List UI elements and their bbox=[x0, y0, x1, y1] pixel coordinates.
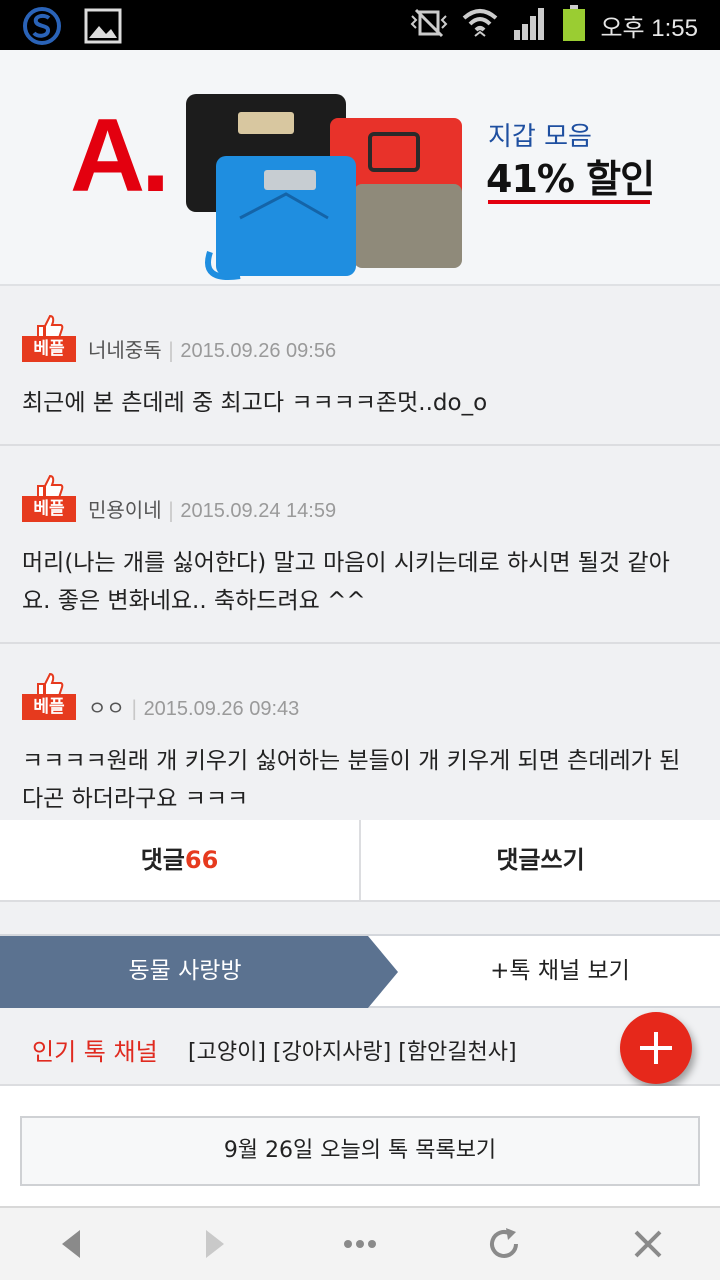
comment-item: 베플 ㅇㅇ | 2015.09.26 09:43 ㅋㅋㅋㅋ원래 개 키우기 싫어하는… bbox=[0, 644, 720, 842]
best-badge: 베플 bbox=[22, 672, 76, 720]
brand-logo: A. bbox=[70, 98, 170, 214]
list-section: 9월 26일 오늘의 톡 목록보기 bbox=[0, 1086, 720, 1206]
comment-date: 2015.09.26 09:56 bbox=[180, 340, 337, 362]
banner-headline: 41% 할인 bbox=[486, 157, 655, 201]
close-icon[interactable] bbox=[628, 1224, 668, 1264]
comments-button[interactable]: 댓글66 bbox=[0, 820, 359, 900]
back-arrow-icon[interactable] bbox=[52, 1224, 92, 1264]
ad-banner[interactable]: A. 지갑 모음 41% 할인 bbox=[0, 50, 720, 286]
comment-item: 베플 민용이네 | 2015.09.24 14:59 머리(나는 개를 싫어한다) … bbox=[0, 446, 720, 644]
comment-date: 2015.09.24 14:59 bbox=[180, 500, 337, 522]
comment-author[interactable]: 민용이네 bbox=[88, 498, 162, 522]
popular-channels-row: 인기 톡 채널 [고양이] [강아지사랑] [함안길천사] bbox=[0, 1008, 720, 1086]
add-floating-button[interactable] bbox=[620, 1012, 692, 1084]
write-comment-button[interactable]: 댓글쓰기 bbox=[359, 820, 720, 900]
channel-tab-bar: 동물 사랑방 +톡 채널 보기 bbox=[0, 934, 720, 1008]
best-badge: 베플 bbox=[22, 474, 76, 522]
comment-date: 2015.09.26 09:43 bbox=[143, 698, 300, 720]
comment-author[interactable]: ㅇㅇ bbox=[88, 696, 125, 720]
best-comments-list: 베플 너네중독 | 2015.09.26 09:56 최근에 본 츤데레 중 최고다… bbox=[0, 286, 720, 842]
app-logo-icon bbox=[22, 6, 62, 50]
battery-icon bbox=[562, 5, 586, 45]
comment-author[interactable]: 너네중독 bbox=[88, 338, 162, 362]
banner-underline bbox=[488, 200, 650, 204]
wifi-icon bbox=[462, 6, 498, 44]
today-list-button[interactable]: 9월 26일 오늘의 톡 목록보기 bbox=[20, 1116, 700, 1186]
best-badge: 베플 bbox=[22, 314, 76, 362]
popular-channel-tags[interactable]: [고양이] [강아지사랑] [함안길천사] bbox=[188, 1034, 517, 1066]
vibrate-icon bbox=[410, 8, 448, 42]
comment-text: 최근에 본 츤데레 중 최고다 ㅋㅋㅋㅋ존멋..do_o bbox=[22, 390, 488, 416]
tab-view-channels[interactable]: +톡 채널 보기 bbox=[400, 936, 720, 1008]
more-dots-icon[interactable] bbox=[340, 1224, 380, 1264]
browser-nav-bar bbox=[0, 1206, 720, 1280]
signal-icon bbox=[512, 6, 548, 44]
status-time: 오후 1:55 bbox=[600, 14, 698, 42]
popular-channels-title: 인기 톡 채널 bbox=[32, 1038, 158, 1066]
plus-icon bbox=[640, 1032, 672, 1064]
forward-arrow-icon[interactable] bbox=[194, 1224, 234, 1264]
image-icon bbox=[84, 8, 122, 48]
tab-animal-room[interactable]: 동물 사랑방 bbox=[0, 936, 400, 1008]
refresh-icon[interactable] bbox=[484, 1224, 524, 1264]
page: 오후 1:55 A. 지갑 모음 41% 할인 베플 너네중독 | 2015.0… bbox=[0, 0, 720, 1280]
wallet-product-image bbox=[186, 94, 462, 280]
comment-item: 베플 너네중독 | 2015.09.26 09:56 최근에 본 츤데레 중 최고다… bbox=[0, 286, 720, 446]
status-bar: 오후 1:55 bbox=[0, 0, 720, 50]
comment-count: 66 bbox=[184, 846, 219, 874]
comment-text: 머리(나는 개를 싫어한다) 말고 마음이 시키는데로 하시면 될것 같아요. … bbox=[22, 550, 670, 614]
reply-bar: 댓글66 댓글쓰기 bbox=[0, 820, 720, 902]
